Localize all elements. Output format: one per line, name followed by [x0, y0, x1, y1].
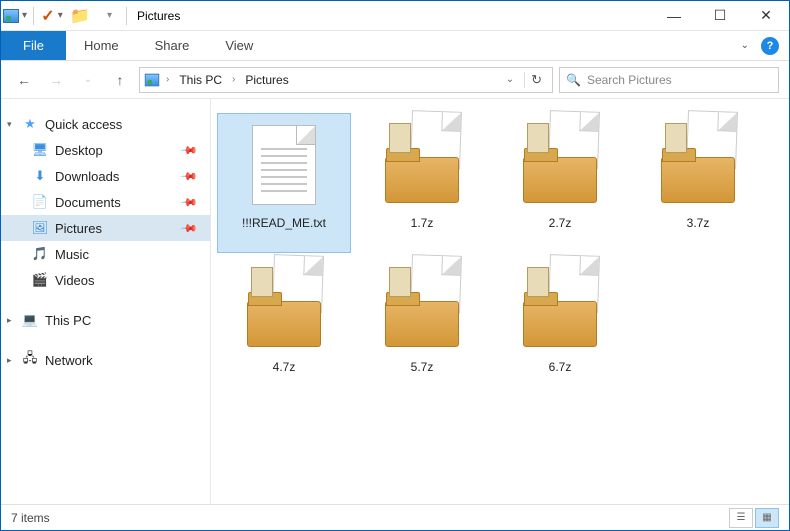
sidebar-item-pictures[interactable]: 🖼 Pictures 📌	[1, 215, 210, 241]
sidebar-label: This PC	[45, 313, 91, 328]
sidebar-this-pc[interactable]: ▸ 💻 This PC	[1, 307, 210, 333]
file-name: 4.7z	[273, 360, 296, 374]
pictures-icon: 🖼	[31, 220, 49, 236]
status-bar: 7 items ☰ ▦	[1, 504, 789, 530]
chevron-right-icon[interactable]: ›	[164, 74, 171, 85]
file-item[interactable]: !!!READ_ME.txt	[217, 113, 351, 253]
sidebar-item-label: Videos	[55, 273, 95, 288]
chevron-right-icon[interactable]: ▸	[7, 315, 12, 326]
view-large-icons-button[interactable]: ▦	[755, 508, 779, 528]
recent-locations-button[interactable]: ⌄	[75, 67, 101, 93]
sidebar-item-downloads[interactable]: ⬇ Downloads 📌	[1, 163, 210, 189]
pin-icon: 📌	[180, 141, 199, 160]
titlebar: ▾ ✓▾ 📁 ▾ Pictures — ☐ ✕	[1, 1, 789, 31]
window-title: Pictures	[131, 9, 180, 23]
item-count: 7 items	[11, 511, 50, 525]
downloads-icon: ⬇	[31, 168, 49, 184]
sidebar-quick-access[interactable]: ▾ ★ Quick access	[1, 111, 210, 137]
location-icon	[145, 73, 159, 86]
file-grid[interactable]: !!!READ_ME.txt 1.7z 2.7z 3.7z 4.7z 5.7z 6.7z	[211, 99, 789, 504]
sidebar-item-desktop[interactable]: 🖥 Desktop 📌	[1, 137, 210, 163]
ribbon-expand-icon[interactable]: ⌄	[741, 40, 749, 51]
file-item[interactable]: 5.7z	[355, 257, 489, 397]
search-input[interactable]: 🔍 Search Pictures	[559, 67, 779, 93]
file-item[interactable]: 3.7z	[631, 113, 765, 253]
tab-home[interactable]: Home	[66, 31, 137, 60]
chevron-right-icon[interactable]: ▸	[7, 355, 12, 366]
videos-icon: 🎬	[31, 272, 49, 288]
refresh-icon[interactable]: ↻	[524, 72, 548, 88]
archive-file-icon	[517, 127, 603, 203]
qat-new-folder-icon[interactable]: 📁	[68, 4, 92, 28]
archive-file-icon	[379, 271, 465, 347]
tab-share[interactable]: Share	[137, 31, 208, 60]
file-name: 5.7z	[411, 360, 434, 374]
file-tab[interactable]: File	[1, 31, 66, 60]
sidebar-item-label: Music	[55, 247, 89, 262]
chevron-down-icon[interactable]: ▾	[7, 119, 12, 130]
file-item[interactable]: 4.7z	[217, 257, 351, 397]
network-icon: 🖧	[21, 352, 39, 368]
pin-icon: 📌	[180, 167, 199, 186]
file-item[interactable]: 2.7z	[493, 113, 627, 253]
documents-icon: 📄	[31, 194, 49, 210]
address-dropdown-icon[interactable]: ⌄	[500, 74, 520, 85]
file-name: 1.7z	[411, 216, 434, 230]
tab-view[interactable]: View	[207, 31, 271, 60]
up-button[interactable]: ↑	[107, 67, 133, 93]
sidebar-label: Network	[45, 353, 93, 368]
sidebar-item-videos[interactable]: 🎬 Videos	[1, 267, 210, 293]
sidebar-item-label: Documents	[55, 195, 121, 210]
qat-properties-icon[interactable]: ✓▾	[40, 4, 64, 28]
file-name: 3.7z	[687, 216, 710, 230]
search-placeholder: Search Pictures	[587, 73, 672, 87]
view-details-button[interactable]: ☰	[729, 508, 753, 528]
file-name: 6.7z	[549, 360, 572, 374]
file-item[interactable]: 1.7z	[355, 113, 489, 253]
archive-file-icon	[655, 127, 741, 203]
app-icon[interactable]: ▾	[3, 4, 27, 28]
maximize-button[interactable]: ☐	[697, 1, 743, 31]
sidebar-item-documents[interactable]: 📄 Documents 📌	[1, 189, 210, 215]
address-bar[interactable]: › This PC › Pictures ⌄ ↻	[139, 67, 553, 93]
text-file-icon	[252, 125, 316, 205]
back-button[interactable]: ←	[11, 67, 37, 93]
minimize-button[interactable]: —	[651, 1, 697, 31]
help-icon[interactable]: ?	[761, 37, 779, 55]
sidebar-item-label: Downloads	[55, 169, 119, 184]
sidebar-network[interactable]: ▸ 🖧 Network	[1, 347, 210, 373]
file-name: !!!READ_ME.txt	[242, 216, 326, 230]
pin-icon: 📌	[180, 193, 199, 212]
file-item[interactable]: 6.7z	[493, 257, 627, 397]
star-icon: ★	[21, 116, 39, 132]
sidebar-item-label: Pictures	[55, 221, 102, 236]
breadcrumb-this-pc[interactable]: This PC	[175, 73, 226, 87]
ribbon: File Home Share View ⌄ ?	[1, 31, 789, 61]
archive-file-icon	[517, 271, 603, 347]
sidebar-item-music[interactable]: 🎵 Music	[1, 241, 210, 267]
search-icon: 🔍	[566, 73, 581, 87]
sidebar-item-label: Desktop	[55, 143, 103, 158]
archive-file-icon	[379, 127, 465, 203]
desktop-icon: 🖥	[31, 142, 49, 158]
pc-icon: 💻	[21, 312, 39, 328]
sidebar-label: Quick access	[45, 117, 122, 132]
close-button[interactable]: ✕	[743, 1, 789, 31]
music-icon: 🎵	[31, 246, 49, 262]
quick-access-toolbar: ▾ ✓▾ 📁 ▾	[1, 1, 131, 30]
chevron-right-icon[interactable]: ›	[230, 74, 237, 85]
qat-customize-icon[interactable]: ▾	[96, 4, 120, 28]
file-name: 2.7z	[549, 216, 572, 230]
navigation-pane: ▾ ★ Quick access 🖥 Desktop 📌 ⬇ Downloads 📌 📄 Do…	[1, 99, 211, 504]
archive-file-icon	[241, 271, 327, 347]
breadcrumb-pictures[interactable]: Pictures	[241, 73, 292, 87]
pin-icon: 📌	[180, 219, 199, 238]
navigation-bar: ← → ⌄ ↑ › This PC › Pictures ⌄ ↻ 🔍 Searc…	[1, 61, 789, 99]
forward-button[interactable]: →	[43, 67, 69, 93]
